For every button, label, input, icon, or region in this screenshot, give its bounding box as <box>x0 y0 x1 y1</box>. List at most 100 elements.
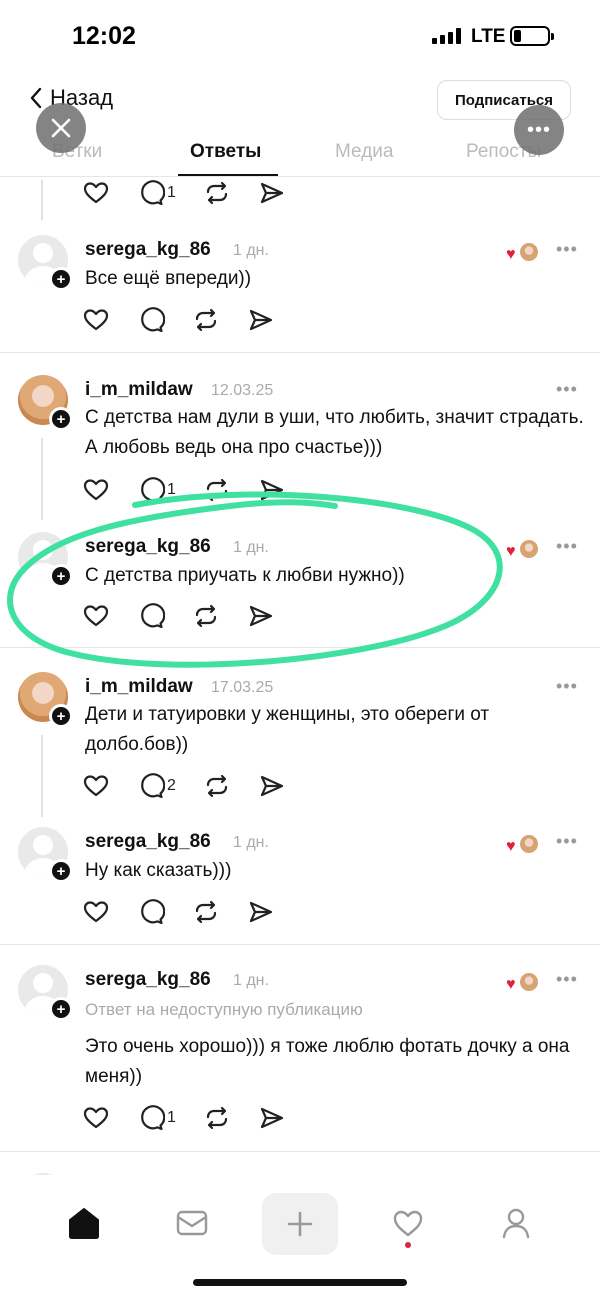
repost-button[interactable] <box>203 180 231 208</box>
chevron-left-icon <box>30 87 42 109</box>
like-button[interactable] <box>82 897 110 927</box>
reply-button[interactable] <box>137 305 165 335</box>
heart-icon <box>83 479 109 501</box>
post-text: Дети и татуировки у женщины, это обереги… <box>85 704 490 755</box>
like-button[interactable] <box>82 771 110 801</box>
username[interactable]: serega_kg_86 <box>85 536 211 558</box>
reply-button[interactable] <box>137 601 165 631</box>
repost-button[interactable] <box>192 305 220 335</box>
reply-context[interactable]: Ответ на недоступную публикацию <box>85 1000 363 1020</box>
share-button[interactable] <box>258 1103 286 1133</box>
home-indicator <box>193 1279 407 1286</box>
repost-button[interactable] <box>192 601 220 631</box>
comment-icon <box>141 773 165 799</box>
post-date: 17.03.25 <box>211 679 274 696</box>
reply-button[interactable]: 1 <box>137 1103 176 1133</box>
repost-button[interactable] <box>203 1103 231 1133</box>
post-actions: 1 <box>82 180 313 208</box>
profile-tabs: Ветки Ответы Медиа Репосты <box>0 137 600 177</box>
more-icon[interactable]: ••• <box>556 239 578 260</box>
post-date: 1 дн. <box>233 834 269 851</box>
post-text: С детства нам дули в уши, что любить, зн… <box>85 407 584 458</box>
username[interactable]: serega_kg_86 <box>85 239 211 261</box>
close-overlay-button[interactable] <box>36 103 86 153</box>
follow-plus-icon[interactable]: + <box>49 267 73 291</box>
comment-icon <box>141 603 165 629</box>
follow-plus-icon[interactable]: + <box>49 997 73 1021</box>
share-button[interactable] <box>258 180 286 208</box>
divider <box>0 1151 600 1152</box>
nav-inbox[interactable] <box>162 1193 222 1253</box>
post-actions: 1 <box>82 475 313 505</box>
like-button[interactable] <box>82 1103 110 1133</box>
reply-button[interactable]: 2 <box>137 771 176 801</box>
comment-icon <box>141 899 165 925</box>
nav-home[interactable] <box>54 1193 114 1253</box>
post-text: Все ещё впереди)) <box>85 268 252 289</box>
divider <box>0 944 600 945</box>
follow-plus-icon[interactable]: + <box>49 407 73 431</box>
post-actions <box>82 305 302 335</box>
post-actions <box>82 601 302 631</box>
username[interactable]: i_m_mildaw <box>85 676 193 698</box>
repost-button[interactable] <box>203 475 231 505</box>
signal-icon <box>432 28 461 44</box>
profile-icon <box>502 1208 530 1239</box>
username[interactable]: serega_kg_86 <box>85 969 211 991</box>
post-text: Ну как сказать))) <box>85 860 232 881</box>
tab-replies[interactable]: Ответы <box>190 141 261 163</box>
divider <box>0 352 600 353</box>
like-button[interactable] <box>82 475 110 505</box>
reply-button[interactable] <box>137 897 165 927</box>
share-button[interactable] <box>247 897 275 927</box>
share-button[interactable] <box>247 601 275 631</box>
nav-create[interactable] <box>262 1193 338 1255</box>
follow-plus-icon[interactable]: + <box>49 704 73 728</box>
nav-profile[interactable] <box>486 1193 546 1253</box>
heart-icon <box>83 605 109 627</box>
heart-icon <box>83 182 109 204</box>
heart-icon <box>83 309 109 331</box>
notification-dot <box>405 1242 411 1248</box>
post-date: 12.03.25 <box>211 382 274 399</box>
share-button[interactable] <box>247 305 275 335</box>
share-icon <box>260 182 284 204</box>
share-button[interactable] <box>258 771 286 801</box>
close-icon <box>51 118 71 138</box>
plus-icon <box>287 1211 313 1237</box>
tab-media[interactable]: Медиа <box>335 141 393 163</box>
username[interactable]: i_m_mildaw <box>85 379 193 401</box>
more-overlay-button[interactable]: ••• <box>514 105 564 155</box>
follow-plus-icon[interactable]: + <box>49 859 73 883</box>
comment-icon <box>141 477 165 503</box>
like-button[interactable] <box>82 601 110 631</box>
reply-button[interactable]: 1 <box>137 475 176 505</box>
repost-icon <box>206 1106 228 1130</box>
liked-by-author-icon: ♥ <box>506 833 540 855</box>
more-icon[interactable]: ••• <box>556 676 578 697</box>
share-button[interactable] <box>258 475 286 505</box>
more-icon[interactable]: ••• <box>556 536 578 557</box>
more-icon: ••• <box>526 118 551 141</box>
activity-icon <box>393 1210 423 1237</box>
comment-icon <box>141 180 165 206</box>
more-icon[interactable]: ••• <box>556 831 578 852</box>
follow-plus-icon[interactable]: + <box>49 564 73 588</box>
like-button[interactable] <box>82 305 110 335</box>
comment-icon <box>141 1105 165 1131</box>
reply-button[interactable]: 1 <box>137 180 176 208</box>
highlight-circle <box>7 491 503 668</box>
like-button[interactable] <box>82 180 110 208</box>
post-text: Это очень хорошо))) я тоже люблю фотать … <box>85 1036 570 1087</box>
repost-button[interactable] <box>192 897 220 927</box>
more-icon[interactable]: ••• <box>556 379 578 400</box>
share-icon <box>249 309 273 331</box>
reply-count: 2 <box>167 777 176 794</box>
username[interactable]: serega_kg_86 <box>85 831 211 853</box>
bottom-navigation <box>0 1175 600 1297</box>
repost-button[interactable] <box>203 771 231 801</box>
post-actions <box>82 897 302 927</box>
more-icon[interactable]: ••• <box>556 969 578 990</box>
thread-line <box>41 180 43 220</box>
heart-icon <box>83 1107 109 1129</box>
